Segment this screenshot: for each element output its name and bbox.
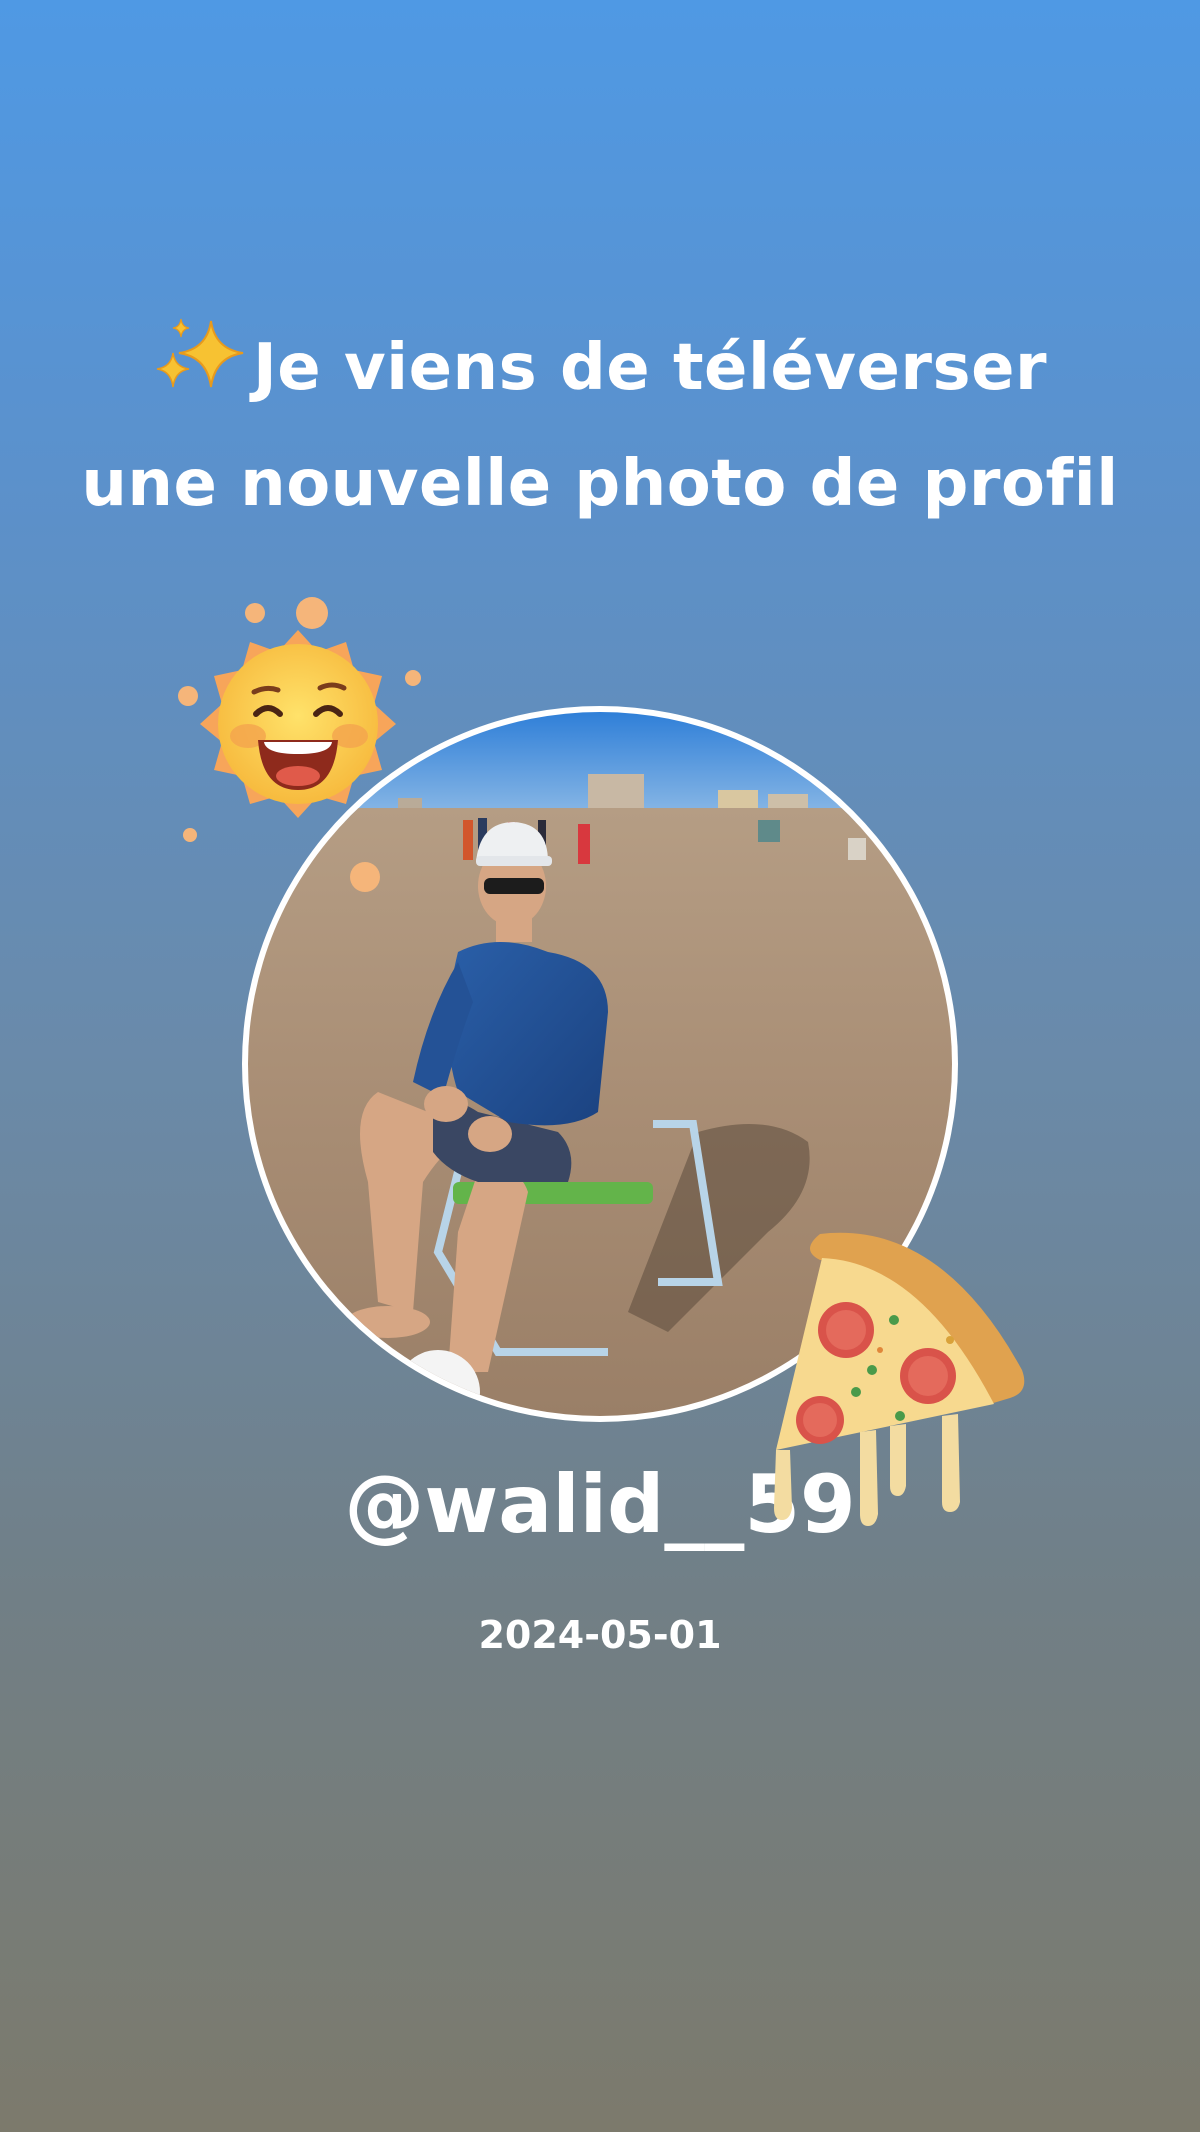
sparkles-icon bbox=[153, 315, 253, 399]
story-headline: Je viens de téléverser une nouvelle phot… bbox=[80, 310, 1120, 542]
post-date: 2024-05-01 bbox=[478, 1613, 722, 1657]
story-screen: Je viens de téléverser une nouvelle phot… bbox=[0, 0, 1200, 2132]
pizza-slice-icon bbox=[760, 1220, 1040, 1540]
laughing-sun-icon bbox=[168, 590, 428, 900]
